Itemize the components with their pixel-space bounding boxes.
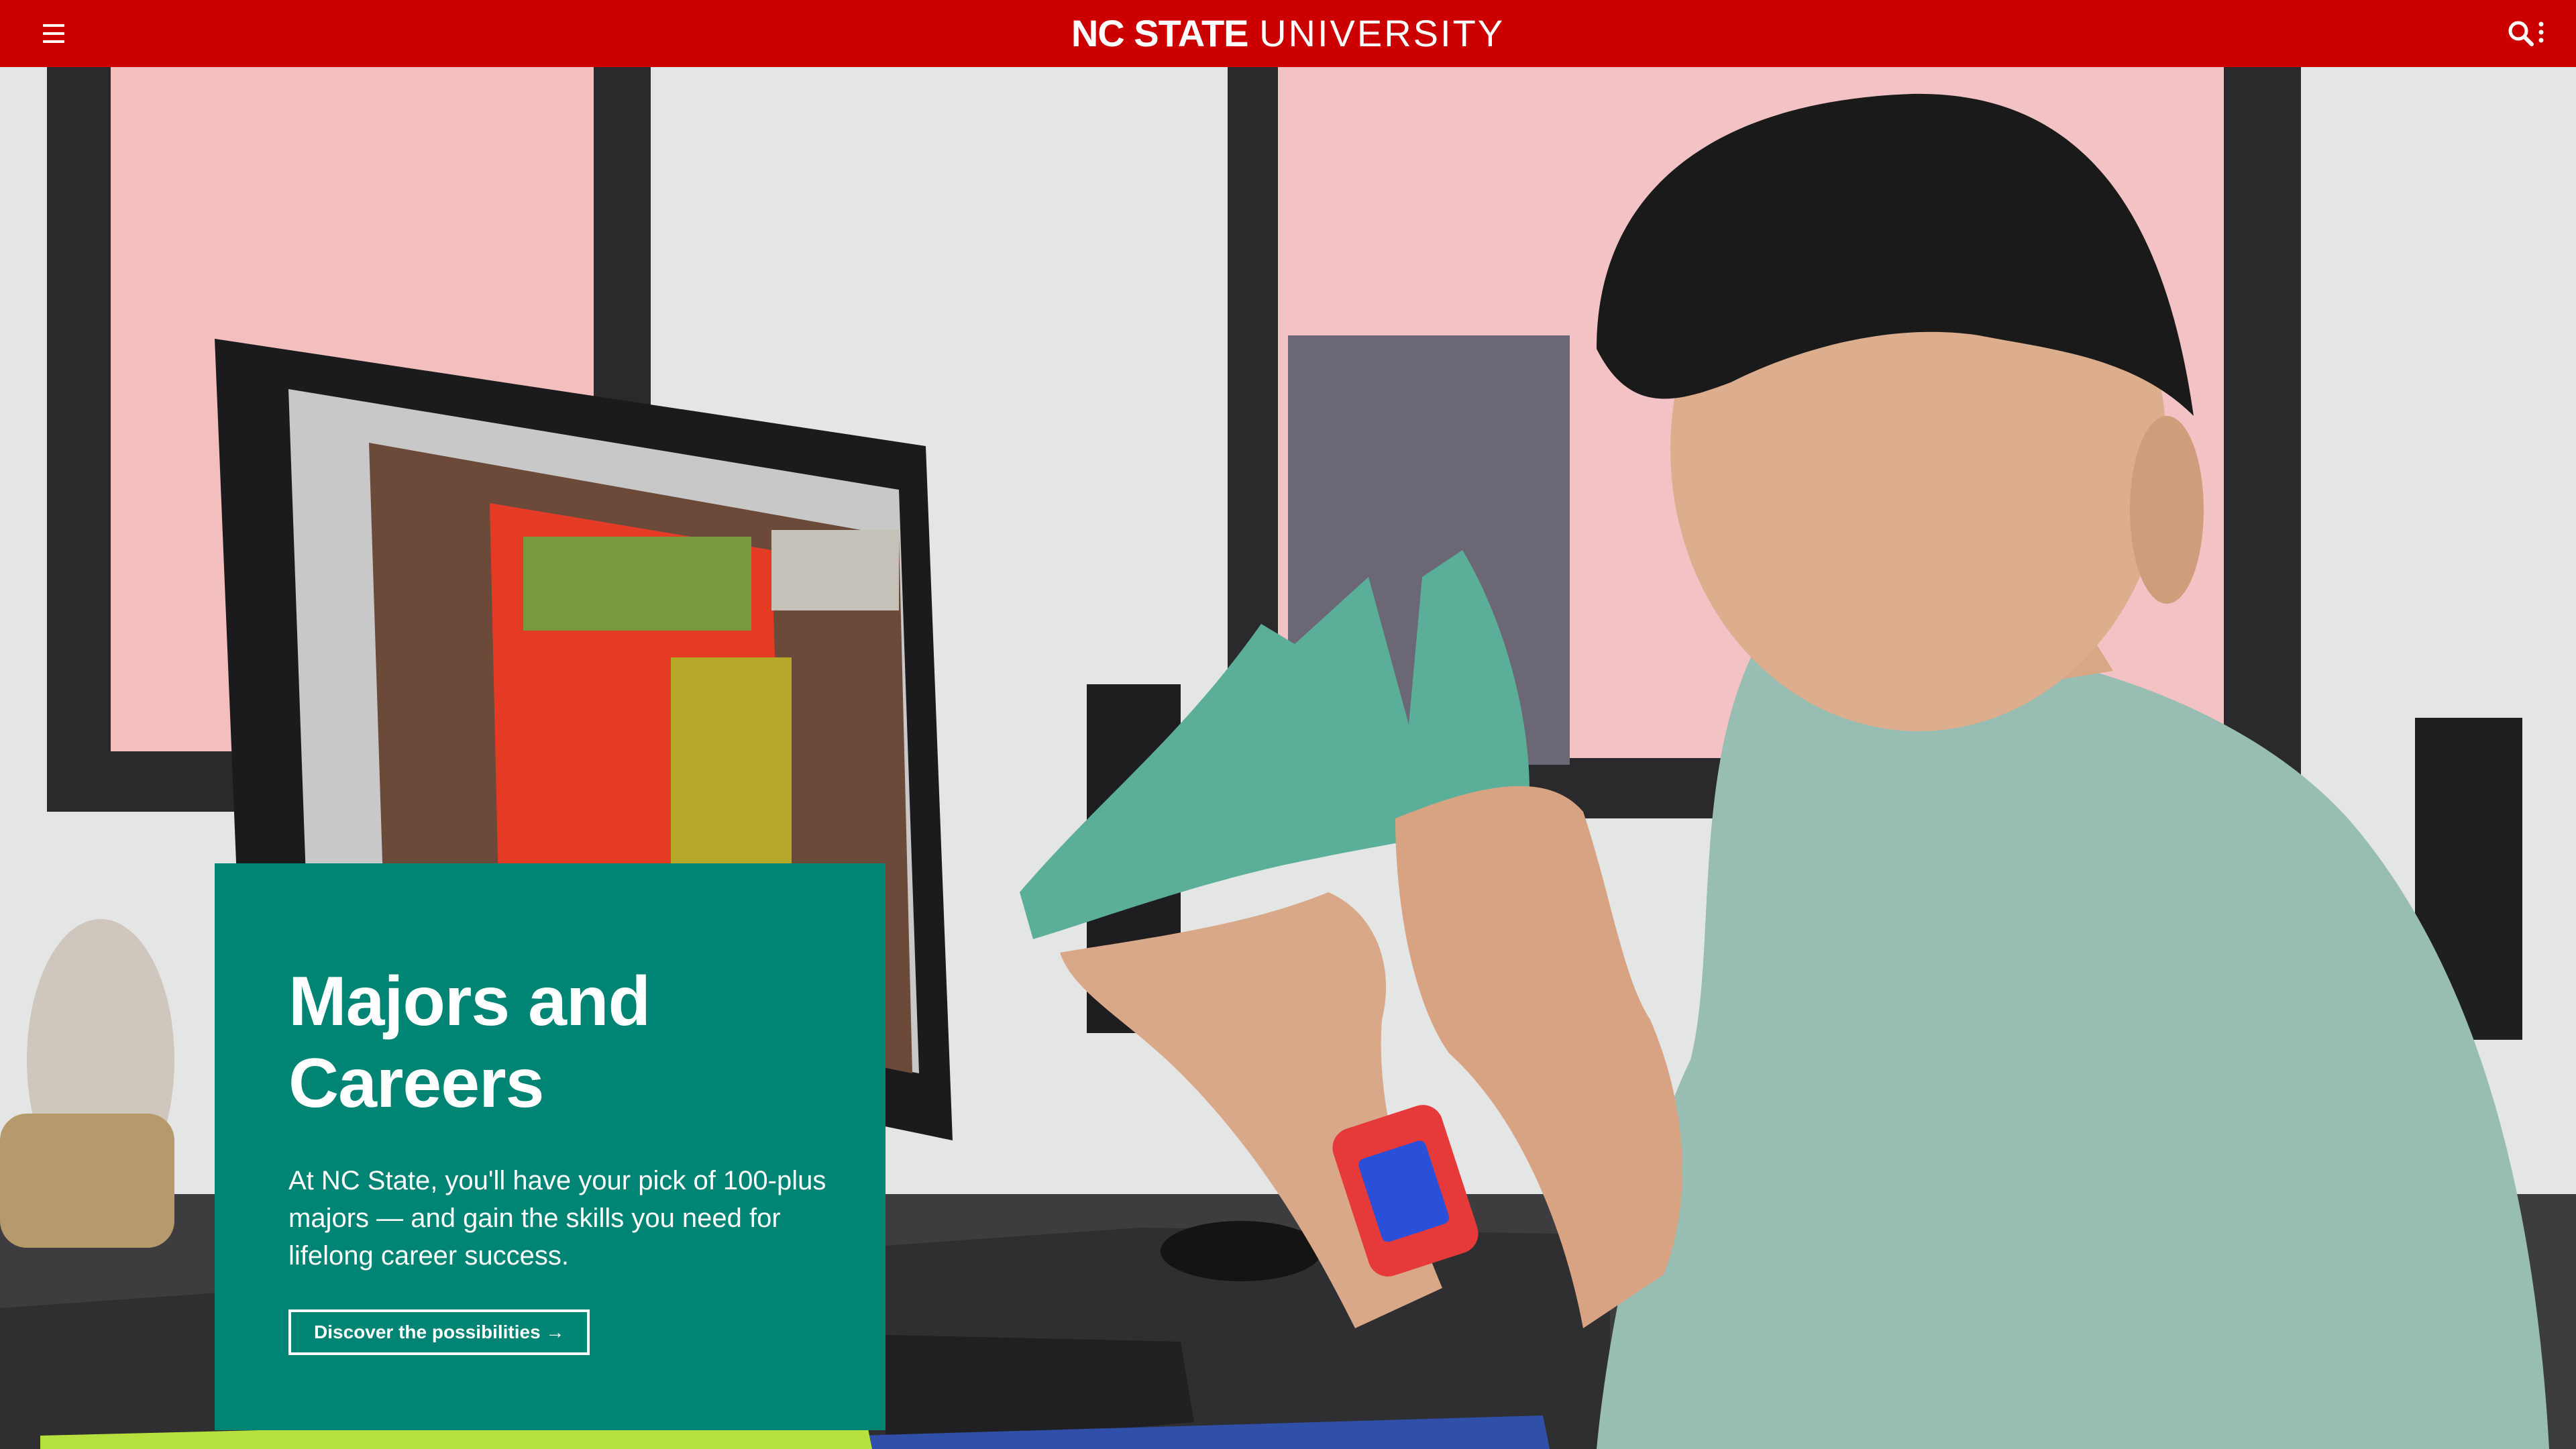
top-navigation-bar: NC STATE UNIVERSITY <box>0 0 2576 67</box>
search-icon[interactable] <box>2506 17 2549 50</box>
card-description: At NC State, you'll have your pick of 10… <box>288 1166 826 1271</box>
brand-bold: NC STATE <box>1071 12 1249 54</box>
brand-light: UNIVERSITY <box>1259 12 1505 54</box>
card-title: Majors and Careers <box>288 963 651 1122</box>
majors-careers-card: Majors and Careers At NC State, you'll h… <box>215 863 885 1430</box>
discover-button[interactable]: Discover the possibilities → <box>288 1309 590 1355</box>
brand-logo[interactable]: NC STATE UNIVERSITY <box>0 0 2576 67</box>
